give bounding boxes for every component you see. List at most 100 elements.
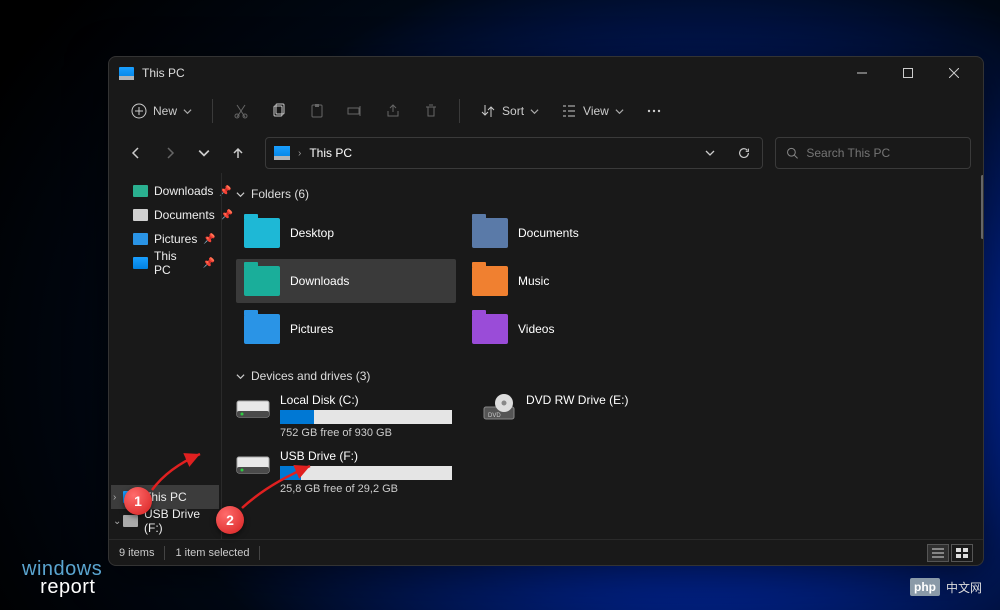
folder-name: Documents	[518, 226, 579, 240]
drive-item[interactable]: DVD DVD RW Drive (E:)	[482, 393, 712, 439]
sidebar-item-label: This PC	[154, 249, 197, 277]
search-input[interactable]	[806, 146, 960, 160]
watermark-php: php 中文网	[910, 578, 982, 596]
this-pc-icon	[274, 146, 290, 160]
paste-icon	[309, 103, 325, 119]
sidebar-item-pictures[interactable]: Pictures 📌	[111, 227, 219, 251]
sort-icon	[480, 103, 496, 119]
status-selected: 1 item selected	[175, 547, 249, 559]
status-items: 9 items	[119, 547, 154, 559]
content-area: Folders (6) Desktop Documents Downloads Mus…	[221, 173, 983, 539]
sidebar-item-label: USB Drive (F:)	[144, 507, 215, 535]
details-view-button[interactable]	[927, 544, 949, 562]
rename-icon	[347, 103, 363, 119]
view-icon	[561, 103, 577, 119]
separator	[259, 546, 260, 560]
folder-item[interactable]: Pictures	[236, 307, 456, 351]
paste-button[interactable]	[299, 95, 335, 127]
new-button[interactable]: New	[121, 95, 202, 127]
close-button[interactable]	[931, 57, 977, 89]
separator	[212, 99, 213, 123]
downloads-icon	[133, 185, 148, 197]
titlebar[interactable]: This PC	[109, 57, 983, 89]
separator	[164, 546, 165, 560]
sidebar-tree-usb-drive[interactable]: ⌄ USB Drive (F:)	[111, 509, 219, 533]
more-button[interactable]	[636, 95, 672, 127]
folder-name: Music	[518, 274, 549, 288]
dvd-drive-icon: DVD	[482, 393, 516, 421]
search-box[interactable]	[775, 137, 971, 169]
chevron-down-icon	[615, 107, 624, 116]
sidebar-item-downloads[interactable]: Downloads 📌	[111, 179, 219, 203]
separator	[459, 99, 460, 123]
watermark-windowsreport: windows report	[22, 560, 102, 596]
new-label: New	[153, 104, 177, 118]
chevron-right-icon[interactable]: ›	[113, 492, 116, 503]
free-space-label: 752 GB free of 930 GB	[280, 427, 466, 439]
folder-name: Downloads	[290, 274, 349, 288]
pin-icon: 📌	[203, 234, 215, 245]
cut-button[interactable]	[223, 95, 259, 127]
thumbnails-view-button[interactable]	[951, 544, 973, 562]
folder-icon	[472, 218, 508, 248]
callout-arrow-1	[148, 450, 208, 494]
hdd-icon	[236, 393, 270, 421]
copy-icon	[271, 103, 287, 119]
callout-1: 1	[124, 487, 152, 515]
folder-icon	[244, 314, 280, 344]
delete-button[interactable]	[413, 95, 449, 127]
chevron-right-icon: ›	[298, 148, 301, 159]
trash-icon	[423, 103, 439, 119]
nav-row: › This PC	[109, 133, 983, 173]
back-button[interactable]	[121, 138, 151, 168]
maximize-button[interactable]	[885, 57, 931, 89]
toolbar: New Sort View	[109, 89, 983, 133]
share-button[interactable]	[375, 95, 411, 127]
sidebar-item-label: Downloads	[154, 184, 213, 198]
folder-name: Pictures	[290, 322, 333, 336]
up-button[interactable]	[223, 138, 253, 168]
folder-icon	[472, 314, 508, 344]
folder-item[interactable]: Downloads	[236, 259, 456, 303]
callout-2: 2	[216, 506, 244, 534]
status-bar: 9 items 1 item selected	[109, 539, 983, 565]
drive-name: USB Drive (F:)	[280, 449, 466, 463]
sort-button[interactable]: Sort	[470, 95, 549, 127]
this-pc-icon	[133, 257, 148, 269]
address-bar[interactable]: › This PC	[265, 137, 763, 169]
sort-label: Sort	[502, 104, 524, 118]
plus-circle-icon	[131, 103, 147, 119]
folder-item[interactable]: Desktop	[236, 211, 456, 255]
sidebar-item-label: Documents	[154, 208, 215, 222]
chevron-down-icon	[183, 107, 192, 116]
forward-button[interactable]	[155, 138, 185, 168]
drives-group-header[interactable]: Devices and drives (3)	[236, 369, 975, 383]
address-dropdown-button[interactable]	[696, 139, 724, 167]
callout-arrow-2	[238, 462, 318, 512]
folder-item[interactable]: Videos	[464, 307, 684, 351]
this-pc-icon	[119, 67, 134, 80]
folder-item[interactable]: Documents	[464, 211, 684, 255]
recent-button[interactable]	[189, 138, 219, 168]
drive-name: DVD RW Drive (E:)	[526, 393, 712, 407]
folders-group-header[interactable]: Folders (6)	[236, 187, 975, 201]
minimize-button[interactable]	[839, 57, 885, 89]
folder-icon	[472, 266, 508, 296]
sidebar-item-this-pc[interactable]: This PC 📌	[111, 251, 219, 275]
rename-button[interactable]	[337, 95, 373, 127]
sidebar-item-documents[interactable]: Documents 📌	[111, 203, 219, 227]
cut-icon	[233, 103, 249, 119]
scrollbar-thumb[interactable]	[981, 175, 983, 239]
breadcrumb[interactable]: This PC	[309, 146, 352, 160]
drive-name: Local Disk (C:)	[280, 393, 466, 407]
refresh-button[interactable]	[730, 139, 758, 167]
folder-item[interactable]: Music	[464, 259, 684, 303]
chevron-down-icon[interactable]: ⌄	[113, 516, 121, 527]
folder-name: Videos	[518, 322, 554, 336]
window-title: This PC	[142, 66, 185, 80]
drive-item[interactable]: Local Disk (C:) 752 GB free of 930 GB	[236, 393, 466, 439]
pictures-icon	[133, 233, 148, 245]
copy-button[interactable]	[261, 95, 297, 127]
folder-name: Desktop	[290, 226, 334, 240]
view-button[interactable]: View	[551, 95, 634, 127]
